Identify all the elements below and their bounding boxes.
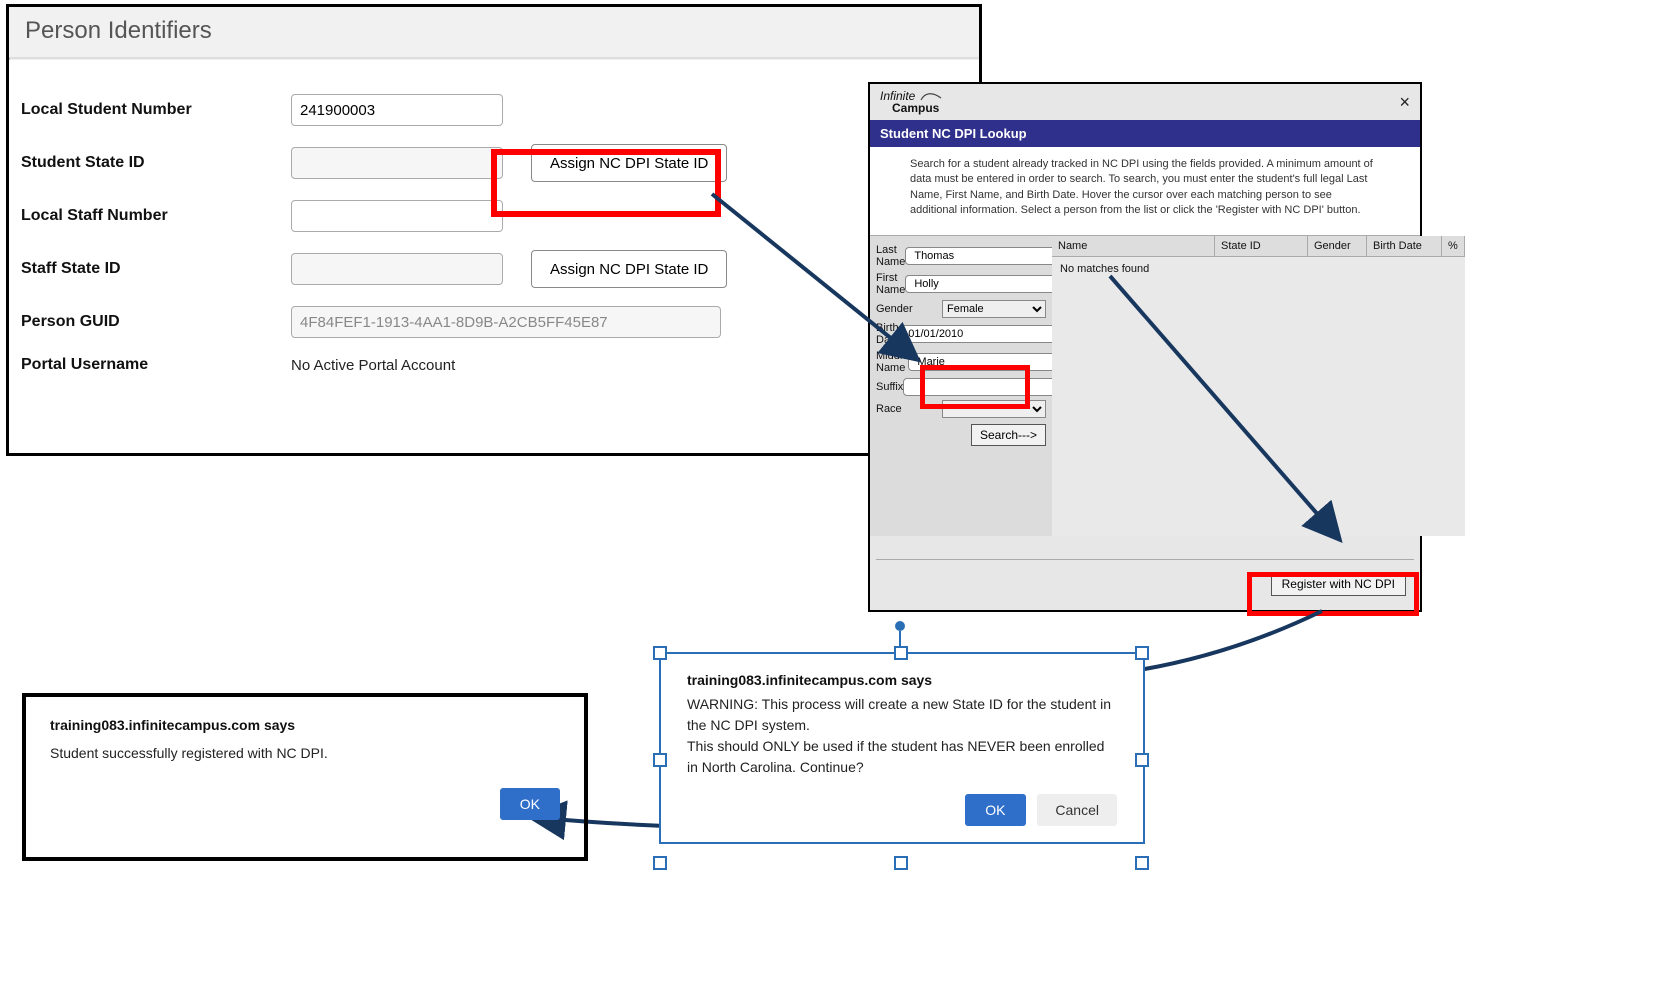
staff-state-id-input (291, 253, 503, 285)
suffix-input[interactable] (903, 378, 1063, 396)
selection-handle (894, 646, 908, 660)
alert-success-ok-button[interactable]: OK (500, 788, 560, 820)
student-state-id-label: Student State ID (21, 154, 291, 172)
middle-name-input[interactable] (908, 353, 1068, 371)
alert-success-dialog: training083.infinitecampus.com says Stud… (22, 693, 588, 861)
selection-handle (653, 856, 667, 870)
col-gender: Gender (1308, 236, 1367, 256)
local-staff-number-input[interactable] (291, 200, 503, 232)
lookup-dialog: Infinite Campus × Student NC DPI Lookup … (868, 82, 1422, 612)
birth-date-label: Birth Date (876, 322, 899, 346)
middle-name-label: Middle Name (876, 350, 908, 374)
assign-student-state-id-button[interactable]: Assign NC DPI State ID (531, 144, 727, 182)
selection-handle (1135, 753, 1149, 767)
last-name-label: Last Name (876, 244, 905, 268)
results-header: Name State ID Gender Birth Date % (1052, 236, 1465, 257)
local-student-number-input[interactable] (291, 94, 503, 126)
staff-state-id-label: Staff State ID (21, 260, 291, 278)
panel-title: Person Identifiers (9, 7, 979, 58)
race-select[interactable] (942, 400, 1046, 418)
close-icon[interactable]: × (1399, 92, 1410, 113)
col-birth-date: Birth Date (1367, 236, 1442, 256)
person-identifiers-panel: Person Identifiers Local Student Number … (6, 4, 982, 456)
first-name-label: First Name (876, 272, 905, 296)
person-guid-label: Person GUID (21, 313, 291, 331)
first-name-input[interactable] (905, 275, 1065, 293)
selection-rotation-handle (895, 621, 905, 631)
gender-label: Gender (876, 303, 942, 315)
suffix-label: Suffix (876, 381, 903, 393)
col-state-id: State ID (1215, 236, 1308, 256)
alert-warning-dialog: training083.infinitecampus.com says WARN… (659, 652, 1145, 844)
student-state-id-input (291, 147, 503, 179)
search-button[interactable]: Search---> (971, 424, 1046, 446)
infinite-campus-logo: Infinite Campus (880, 90, 943, 114)
alert-warning-cancel-button[interactable]: Cancel (1037, 794, 1117, 826)
alert-warning-body: WARNING: This process will create a new … (687, 694, 1117, 778)
assign-staff-state-id-button[interactable]: Assign NC DPI State ID (531, 250, 727, 288)
results-panel: Name State ID Gender Birth Date % No mat… (1052, 236, 1465, 536)
gender-select[interactable]: Female (942, 300, 1046, 318)
alert-success-title: training083.infinitecampus.com says (50, 717, 560, 733)
lookup-instructions: Search for a student already tracked in … (870, 147, 1420, 235)
selection-handle (1135, 646, 1149, 660)
lookup-title: Student NC DPI Lookup (870, 120, 1420, 147)
person-guid-input (291, 306, 721, 338)
local-staff-number-label: Local Staff Number (21, 207, 291, 225)
portal-username-label: Portal Username (21, 356, 291, 374)
local-student-number-label: Local Student Number (21, 101, 291, 119)
col-name: Name (1052, 236, 1215, 256)
portal-username-value: No Active Portal Account (291, 357, 455, 374)
search-form: Last Name First Name GenderFemale Birth … (870, 236, 1052, 536)
results-empty: No matches found (1052, 257, 1465, 281)
col-pct: % (1442, 236, 1465, 256)
alert-success-body: Student successfully registered with NC … (50, 743, 560, 764)
selection-handle (1135, 856, 1149, 870)
race-label: Race (876, 403, 942, 415)
selection-handle (653, 646, 667, 660)
register-button[interactable]: Register with NC DPI (1271, 572, 1406, 596)
last-name-input[interactable] (905, 247, 1065, 265)
selection-handle (653, 753, 667, 767)
alert-warning-ok-button[interactable]: OK (965, 794, 1025, 826)
birth-date-input[interactable] (899, 325, 1059, 343)
alert-warning-title: training083.infinitecampus.com says (687, 672, 1117, 688)
selection-handle (894, 856, 908, 870)
